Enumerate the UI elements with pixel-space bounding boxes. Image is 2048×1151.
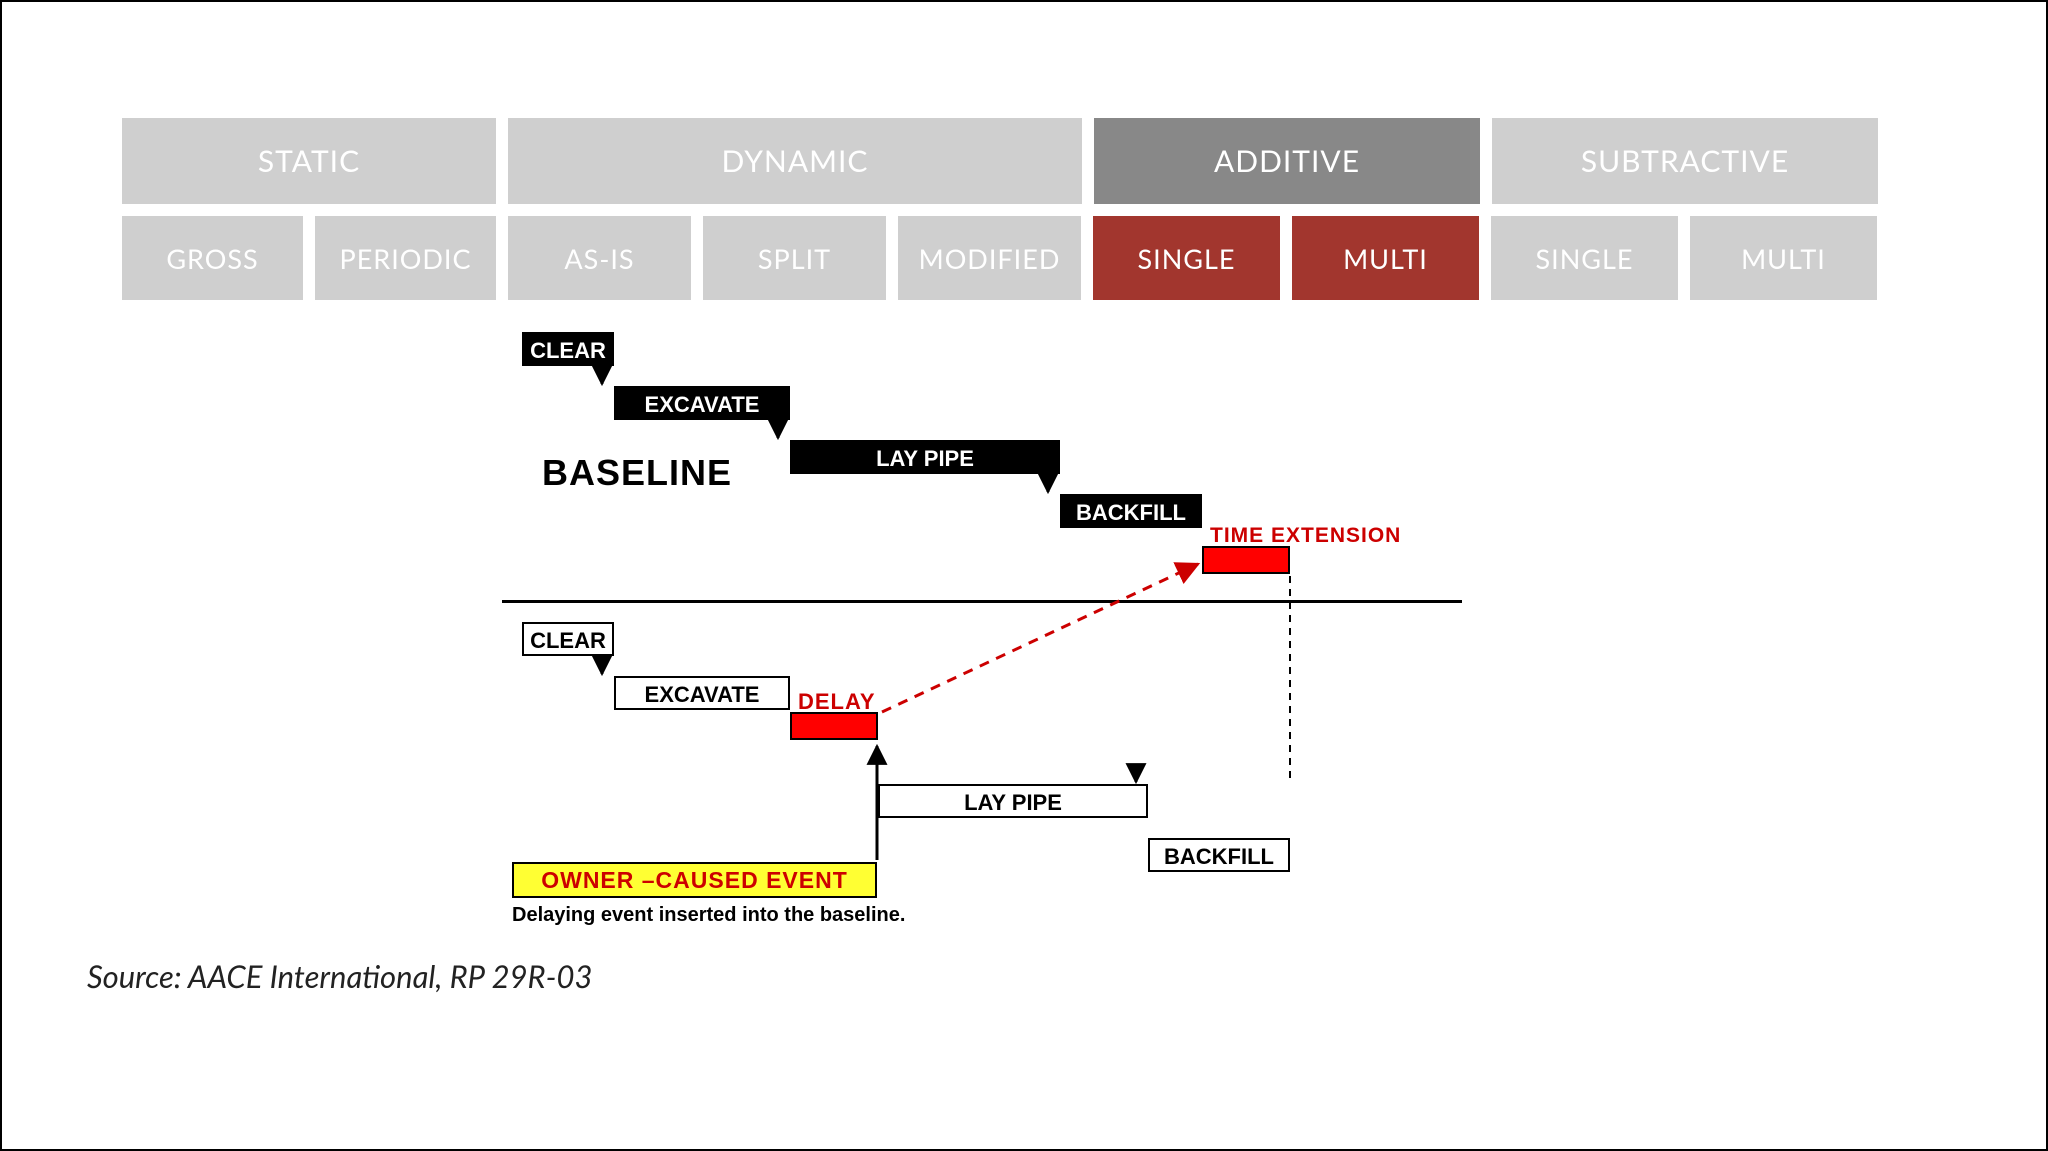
tab-gross-2-0[interactable]: GROSS [122, 216, 303, 300]
tab-modified-2-4[interactable]: MODIFIED [898, 216, 1081, 300]
impacted-bar-excavate: EXCAVATE [614, 676, 790, 710]
impacted-bar-lay-pipe: LAY PIPE [878, 784, 1148, 818]
source-caption: Source: AACE International, RP 29R-03 [87, 957, 592, 995]
impacted-bar-clear: CLEAR [522, 622, 614, 656]
tab-multi-2-6[interactable]: MULTI [1292, 216, 1479, 300]
tab-static-1-0[interactable]: STATIC [122, 118, 496, 204]
tabs-wrap: STATICDYNAMICADDITIVESUBTRACTIVE GROSSPE… [122, 118, 1892, 312]
tab-subtractive-1-3[interactable]: SUBTRACTIVE [1492, 118, 1878, 204]
event-box: OWNER –CAUSED EVENT [512, 862, 877, 898]
tab-row-bottom: GROSSPERIODICAS-ISSPLITMODIFIEDSINGLEMUL… [122, 216, 1892, 300]
arrows-svg [522, 332, 1462, 932]
event-caption: Delaying event inserted into the baselin… [512, 904, 905, 927]
tab-dynamic-1-1[interactable]: DYNAMIC [508, 118, 1082, 204]
tab-single-2-5[interactable]: SINGLE [1093, 216, 1280, 300]
tab-periodic-2-1[interactable]: PERIODIC [315, 216, 496, 300]
baseline-bar-clear: CLEAR [522, 332, 614, 366]
tab-split-2-3[interactable]: SPLIT [703, 216, 886, 300]
baseline-bar-excavate: EXCAVATE [614, 386, 790, 420]
divider-line [502, 600, 1462, 603]
diagram: CLEAREXCAVATELAY PIPEBACKFILL BASELINE T… [522, 332, 1462, 932]
time-extension-label: TIME EXTENSION [1210, 524, 1401, 548]
baseline-bar-backfill: BACKFILL [1060, 494, 1202, 528]
impacted-bar-backfill: BACKFILL [1148, 838, 1290, 872]
tab-as-is-2-2[interactable]: AS-IS [508, 216, 691, 300]
tab-single-2-7[interactable]: SINGLE [1491, 216, 1678, 300]
tab-multi-2-8[interactable]: MULTI [1690, 216, 1877, 300]
baseline-label: BASELINE [542, 452, 732, 494]
tab-additive-1-2[interactable]: ADDITIVE [1094, 118, 1480, 204]
tab-row-top: STATICDYNAMICADDITIVESUBTRACTIVE [122, 118, 1892, 204]
baseline-bar-lay-pipe: LAY PIPE [790, 440, 1060, 474]
time-extension-bar [1202, 546, 1290, 574]
delay-bar [790, 712, 878, 740]
